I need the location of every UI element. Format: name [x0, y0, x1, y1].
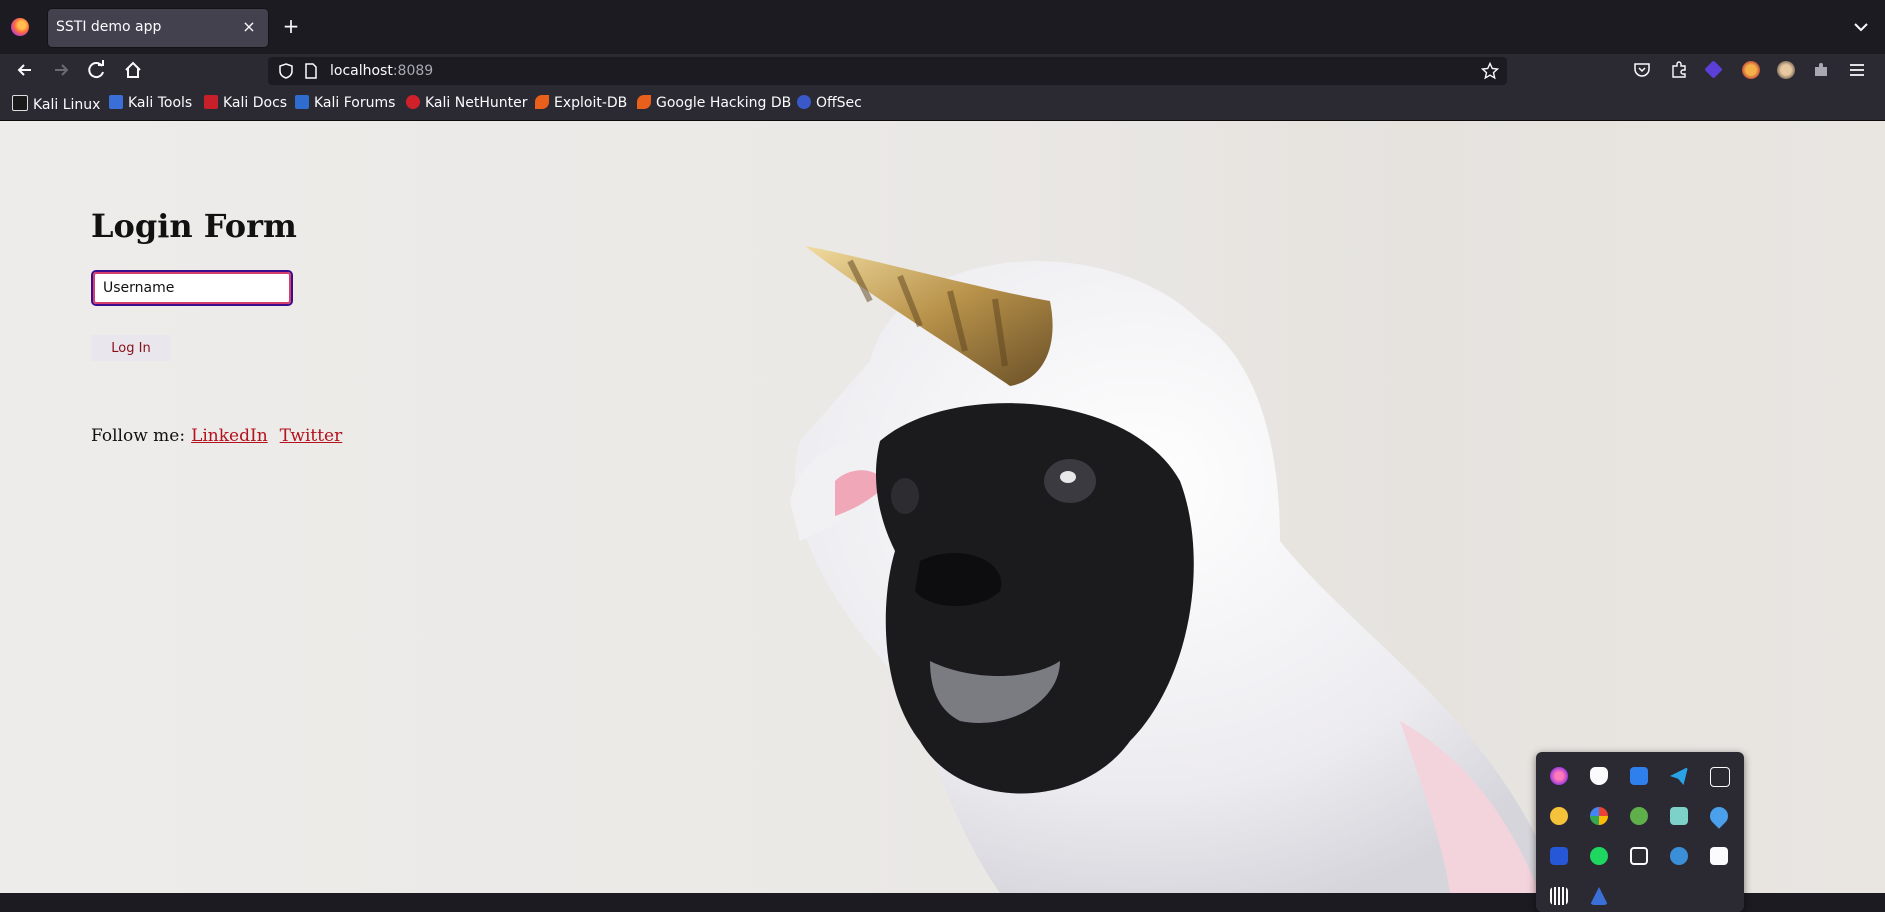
url-port: :8089	[392, 63, 434, 79]
app-shield-icon[interactable]	[1630, 767, 1648, 785]
bookmark-offsec[interactable]: OffSec	[797, 95, 862, 113]
copy-windows-icon[interactable]	[1630, 847, 1648, 865]
app-pencil-icon[interactable]	[1670, 807, 1688, 825]
twitter-link[interactable]: Twitter	[280, 426, 343, 446]
drop-icon[interactable]	[1706, 803, 1732, 829]
navigation-toolbar: localhost:8089	[0, 54, 1885, 86]
page-icon[interactable]	[304, 63, 318, 79]
bookmark-kali-nethunter[interactable]: Kali NetHunter	[406, 95, 527, 113]
utorrent-icon[interactable]	[1630, 807, 1648, 825]
bookmark-exploit-db[interactable]: Exploit-DB	[535, 95, 627, 113]
home-icon[interactable]	[120, 57, 146, 83]
bookmark-label: Kali Forums	[314, 95, 396, 111]
username-input[interactable]	[91, 270, 293, 306]
bookmark-label: Kali NetHunter	[425, 95, 528, 111]
bookmark-label: Exploit-DB	[554, 95, 628, 111]
reload-icon[interactable]	[84, 57, 110, 83]
ghdb-icon	[637, 95, 651, 109]
close-icon[interactable]: ×	[238, 16, 260, 38]
page-title: Login Form	[91, 207, 297, 245]
firefox-logo-icon	[11, 18, 29, 36]
browser-window: SSTI demo app × + localhost:8089 Kali Li…	[0, 0, 1885, 912]
bookmark-label: Kali Linux	[33, 97, 101, 113]
follow-label: Follow me:	[91, 426, 186, 446]
exploit-db-icon	[535, 95, 549, 109]
chrome-icon[interactable]	[1590, 807, 1608, 825]
shield-icon[interactable]	[278, 63, 294, 79]
epic-games-icon[interactable]	[1710, 767, 1730, 787]
bookmarks-toolbar: Kali Linux Kali Tools Kali Docs Kali For…	[0, 86, 1885, 121]
bookmark-kali-linux[interactable]: Kali Linux	[12, 95, 100, 113]
extension-avatar-icon[interactable]	[1777, 61, 1795, 79]
bookmark-label: OffSec	[816, 95, 862, 111]
extension-cookie-icon[interactable]	[1742, 61, 1760, 79]
new-tab-button[interactable]: +	[280, 15, 302, 37]
spotify-icon[interactable]	[1590, 847, 1608, 865]
extension-app-icon[interactable]	[1550, 767, 1568, 785]
app-blue-icon[interactable]	[1550, 847, 1568, 865]
kali-tools-icon	[109, 95, 123, 109]
sun-app-icon[interactable]	[1550, 807, 1568, 825]
warning-vpn-icon[interactable]	[1590, 887, 1608, 905]
pocket-icon[interactable]	[1633, 61, 1651, 79]
extensions-puzzle-icon[interactable]	[1670, 61, 1688, 79]
tab-strip: SSTI demo app × +	[0, 0, 1885, 54]
bookmark-label: Kali Tools	[128, 95, 193, 111]
hamburger-menu-icon[interactable]	[1848, 61, 1866, 79]
back-arrow-icon[interactable]	[12, 57, 38, 83]
star-bookmark-icon[interactable]	[1481, 62, 1499, 80]
bookmark-label: Google Hacking DB	[656, 95, 792, 111]
bookmark-label: Kali Docs	[223, 95, 288, 111]
kali-dragon-icon	[12, 95, 28, 111]
telegram-icon[interactable]	[1670, 767, 1688, 785]
url-host: localhost	[330, 63, 393, 79]
forward-arrow-icon[interactable]	[48, 57, 74, 83]
linkedin-link[interactable]: LinkedIn	[191, 426, 268, 446]
tab-title: SSTI demo app	[56, 19, 162, 35]
extensions-tray-popup	[1536, 752, 1744, 912]
url-text[interactable]: localhost:8089	[330, 63, 433, 79]
bookmark-kali-forums[interactable]: Kali Forums	[295, 95, 395, 113]
bookmark-kali-tools[interactable]: Kali Tools	[109, 95, 192, 113]
discord-icon[interactable]	[1590, 767, 1608, 785]
kali-forums-icon	[295, 95, 309, 109]
url-bar[interactable]: localhost:8089	[268, 57, 1507, 85]
extension-purple-icon[interactable]	[1704, 60, 1723, 79]
puzzle-extension-icon[interactable]	[1812, 61, 1830, 79]
chevron-down-icon[interactable]	[1851, 17, 1871, 37]
tab-active[interactable]: SSTI demo app ×	[48, 9, 268, 47]
steam-icon[interactable]	[1670, 847, 1688, 865]
offsec-icon	[797, 95, 811, 109]
tb-app-icon[interactable]	[1710, 847, 1728, 865]
kali-docs-icon	[204, 95, 218, 109]
login-button[interactable]: Log In	[91, 335, 171, 361]
follow-me-line: Follow me: LinkedIn Twitter	[91, 426, 342, 446]
audio-bars-icon[interactable]	[1550, 887, 1568, 905]
kali-nethunter-icon	[406, 95, 420, 109]
bookmark-google-hacking-db[interactable]: Google Hacking DB	[637, 95, 791, 113]
bookmark-kali-docs[interactable]: Kali Docs	[204, 95, 287, 113]
